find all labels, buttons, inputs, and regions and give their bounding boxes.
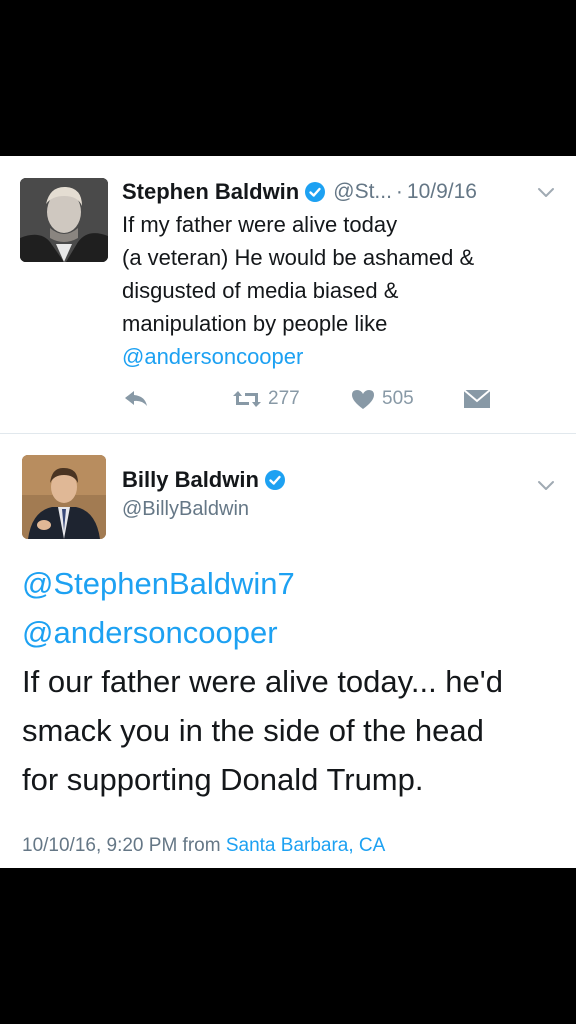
like-icon	[350, 387, 376, 411]
retweet-icon	[232, 387, 262, 411]
reply-icon	[122, 387, 150, 411]
tweet-text: @StephenBaldwin7 @andersoncooper If our …	[22, 559, 562, 804]
tweet-text-line: (a veteran) He would be ashamed &	[122, 245, 475, 270]
tweet-text-line: If my father were alive today	[122, 212, 398, 237]
separator-dot: ·	[395, 180, 403, 203]
tweet-location[interactable]: Santa Barbara, CA	[226, 835, 385, 856]
verified-icon	[305, 182, 326, 202]
mention-link[interactable]: @andersoncooper	[122, 340, 562, 373]
direct-message-icon	[462, 387, 492, 411]
mention-link[interactable]: @andersoncooper	[22, 608, 562, 657]
tweet-date[interactable]: 10/9/16	[407, 180, 477, 204]
tweet-text-line: manipulation by people like	[122, 311, 388, 336]
like-button[interactable]: 505	[350, 387, 462, 411]
mention-link[interactable]: @StephenBaldwin7	[22, 559, 562, 608]
tweet-text: If my father were alive today (a veteran…	[122, 208, 562, 373]
tweet-text-line: for supporting Donald Trump.	[22, 762, 424, 797]
retweet-count: 277	[268, 388, 300, 409]
tweet-thread: Stephen Baldwin @St... · 10/9/16 If my f…	[0, 156, 576, 868]
display-name[interactable]: Billy Baldwin	[122, 467, 259, 493]
handle[interactable]: @BillyBaldwin	[122, 498, 249, 521]
retweet-button[interactable]: 277	[232, 387, 350, 411]
tweet-timestamp[interactable]: 10/10/16, 9:20 PM from	[22, 835, 221, 856]
tweet-text-line: smack you in the side of the head	[22, 713, 484, 748]
tweet-text-line: If our father were alive today... he'd	[22, 664, 503, 699]
tweet-text-line: disgusted of media biased &	[122, 278, 399, 303]
chevron-down-icon[interactable]	[536, 182, 556, 202]
chevron-down-icon[interactable]	[536, 475, 556, 495]
avatar-billy-baldwin[interactable]	[22, 455, 106, 539]
tweet-header: Stephen Baldwin @St... · 10/9/16	[122, 176, 556, 208]
tweet-stephen-baldwin[interactable]: Stephen Baldwin @St... · 10/9/16 If my f…	[0, 156, 576, 434]
like-count: 505	[382, 388, 414, 409]
direct-message-button[interactable]	[462, 387, 492, 411]
display-name-row: Billy Baldwin	[122, 467, 285, 493]
verified-icon	[264, 470, 285, 490]
screen: Stephen Baldwin @St... · 10/9/16 If my f…	[0, 0, 576, 1024]
reply-button[interactable]	[122, 387, 232, 411]
handle[interactable]: @St...	[333, 180, 392, 204]
avatar-stephen-baldwin[interactable]	[20, 178, 108, 262]
tweet-billy-baldwin[interactable]: Billy Baldwin @BillyBaldwin @StephenBald…	[0, 435, 576, 868]
tweet-actions: 277 505	[122, 384, 562, 414]
display-name[interactable]: Stephen Baldwin	[122, 179, 299, 205]
tweet-meta: 10/10/16, 9:20 PM from Santa Barbara, CA	[22, 835, 385, 857]
